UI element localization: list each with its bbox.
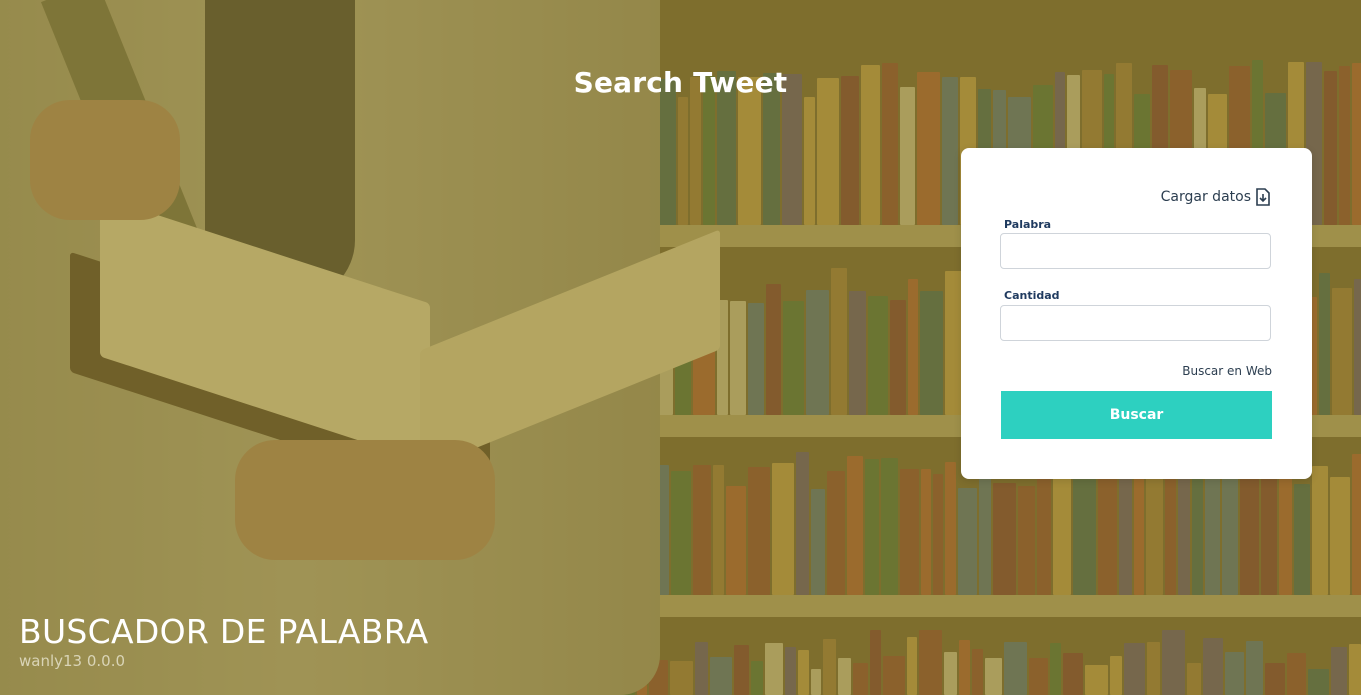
web-search-link[interactable]: Buscar en Web xyxy=(1182,364,1272,378)
footer-version: wanly13 0.0.0 xyxy=(19,652,126,670)
amount-input[interactable] xyxy=(1000,305,1271,341)
word-input[interactable] xyxy=(1000,233,1271,269)
amount-label: Cantidad xyxy=(1004,289,1060,302)
load-data-label: Cargar datos xyxy=(1160,189,1251,205)
download-file-icon xyxy=(1255,188,1271,206)
search-button[interactable]: Buscar xyxy=(1001,391,1272,439)
load-data-link[interactable]: Cargar datos xyxy=(1161,188,1271,206)
page: Search Tweet Cargar datos Palabra Cantid… xyxy=(0,0,1361,695)
search-form-card: Cargar datos Palabra Cantidad Buscar en … xyxy=(961,148,1312,479)
word-label: Palabra xyxy=(1004,218,1052,231)
page-title: Search Tweet xyxy=(573,66,788,99)
footer-title: BUSCADOR DE PALABRA xyxy=(19,612,429,651)
